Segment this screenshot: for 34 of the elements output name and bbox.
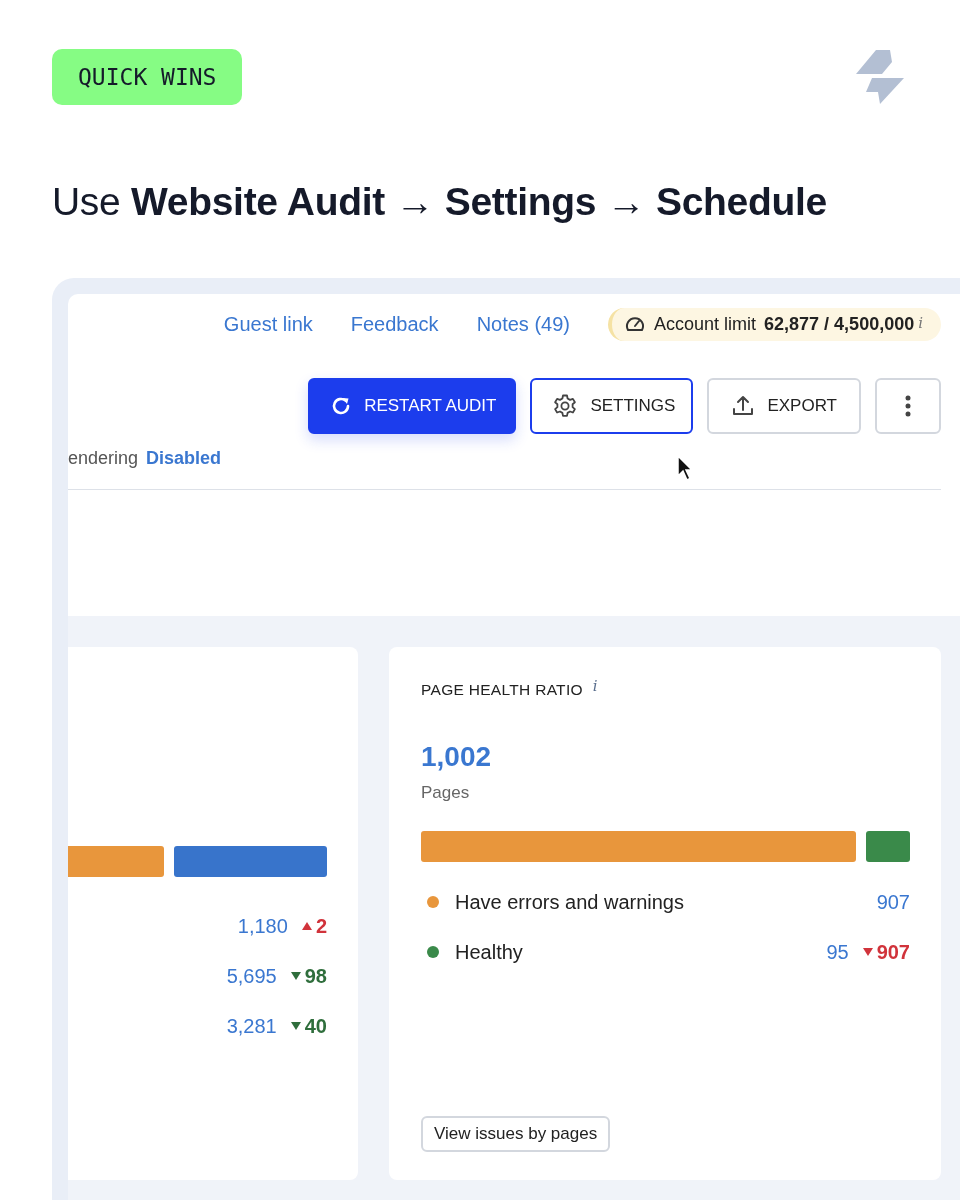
view-issues-button[interactable]: View issues by pages [421, 1116, 611, 1152]
change-value: 98 [304, 964, 327, 988]
action-button[interactable]: EXPORT [707, 378, 861, 434]
upload-icon [731, 394, 756, 418]
info-icon[interactable]: i [592, 677, 598, 695]
change-value: 907 [876, 940, 910, 964]
count-value[interactable]: 5,695 [226, 964, 277, 988]
gauge-icon [624, 314, 646, 334]
total-value[interactable]: 1,002 [421, 741, 910, 773]
action-button[interactable]: SETTINGS [530, 378, 694, 434]
more-button[interactable] [875, 378, 941, 434]
change-value: 2 [315, 914, 327, 938]
total-unit: Pages [421, 783, 471, 803]
info-icon[interactable]: i [918, 313, 923, 332]
more-icon [905, 395, 911, 417]
legend-label: Have errors and warnings [455, 890, 685, 914]
card-title: PAGE HEALTH RATIO [421, 681, 583, 699]
change-value: 40 [304, 1014, 327, 1038]
count-value[interactable]: 95 [826, 940, 849, 964]
heading: Use Website Audit → Settings → Schedule [52, 179, 828, 225]
header-link[interactable]: Guest link [223, 312, 313, 336]
rendering-label: endering [68, 448, 139, 468]
limit-label: Account limit [654, 313, 757, 335]
header-link[interactable]: Notes (49) [476, 312, 570, 336]
count-value[interactable]: 907 [876, 890, 910, 914]
gear-icon [552, 393, 579, 419]
count-value[interactable]: 1,180 [237, 914, 288, 938]
limit-value: 62,877 / 4,500,000 [764, 313, 915, 335]
action-button[interactable]: RESTART AUDIT [308, 378, 517, 434]
count-value[interactable]: 3,281 [226, 1014, 277, 1038]
legend-label: Healthy [455, 940, 524, 964]
header-link[interactable]: Feedback [350, 312, 439, 336]
rendering-value[interactable]: Disabled [146, 448, 222, 468]
quick-wins-badge: QUICK WINS [52, 49, 243, 105]
